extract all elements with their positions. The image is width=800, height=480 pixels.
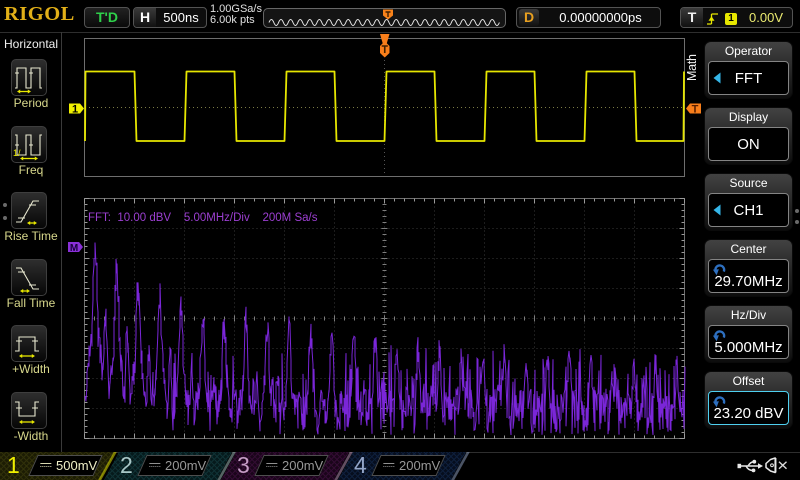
svg-text:1: 1 [72,104,78,116]
svg-text:Math: Math [685,54,699,81]
svg-text:1/: 1/ [13,148,21,158]
svg-text:T: T [692,104,699,116]
svg-text:M: M [70,243,78,254]
